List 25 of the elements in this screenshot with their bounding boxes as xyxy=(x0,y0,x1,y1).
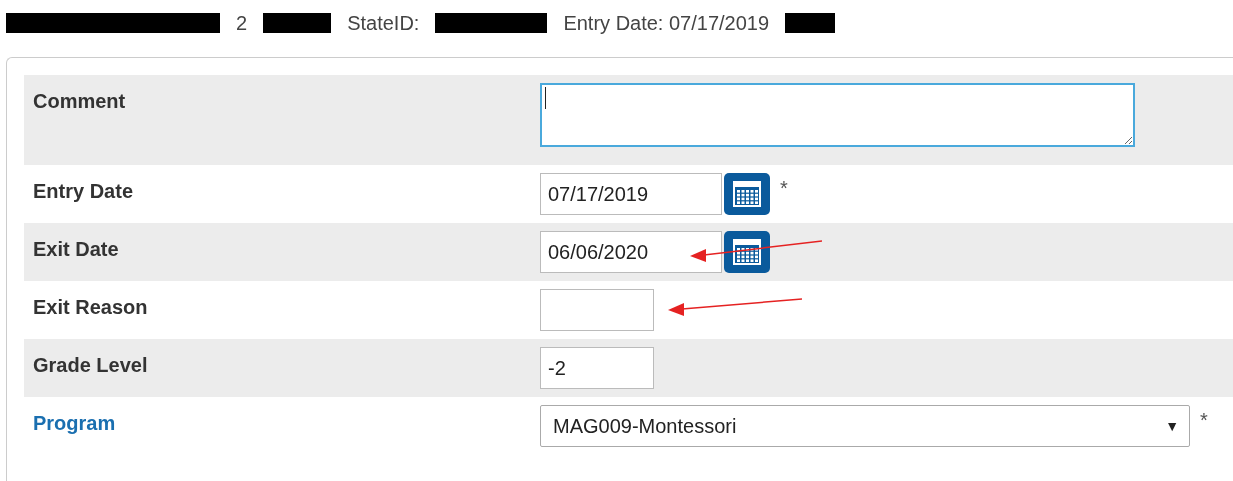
field-label: Exit Date xyxy=(33,238,119,260)
header-text: Entry Date: 07/17/2019 xyxy=(563,10,770,36)
calendar-icon xyxy=(733,181,761,207)
date-field[interactable]: 07/17/2019 xyxy=(540,173,722,215)
text-field[interactable]: -2 xyxy=(540,347,654,389)
field-label: Grade Level xyxy=(33,354,148,376)
comment-field[interactable] xyxy=(540,83,1135,147)
program-link[interactable]: Program xyxy=(33,412,116,434)
calendar-button[interactable] xyxy=(724,231,770,273)
text-cursor xyxy=(545,87,546,109)
program-select[interactable]: MAG009-Montessori ▼ xyxy=(540,405,1190,447)
calendar-icon xyxy=(733,239,761,265)
field-label: Entry Date xyxy=(33,180,134,202)
date-field[interactable]: 06/06/2020 xyxy=(540,231,722,273)
redaction-bar xyxy=(263,12,332,33)
caret-icon: ▼ xyxy=(1165,415,1179,437)
header-text: StateID: xyxy=(347,10,420,36)
redaction-bar xyxy=(785,12,836,33)
field-label: Exit Reason xyxy=(33,296,148,318)
required-mark: * xyxy=(780,176,788,201)
required-mark: * xyxy=(1200,408,1208,433)
header-text: 2 xyxy=(236,10,248,36)
field-label: Comment xyxy=(33,90,126,112)
calendar-button[interactable] xyxy=(724,173,770,215)
text-field[interactable] xyxy=(540,289,654,331)
